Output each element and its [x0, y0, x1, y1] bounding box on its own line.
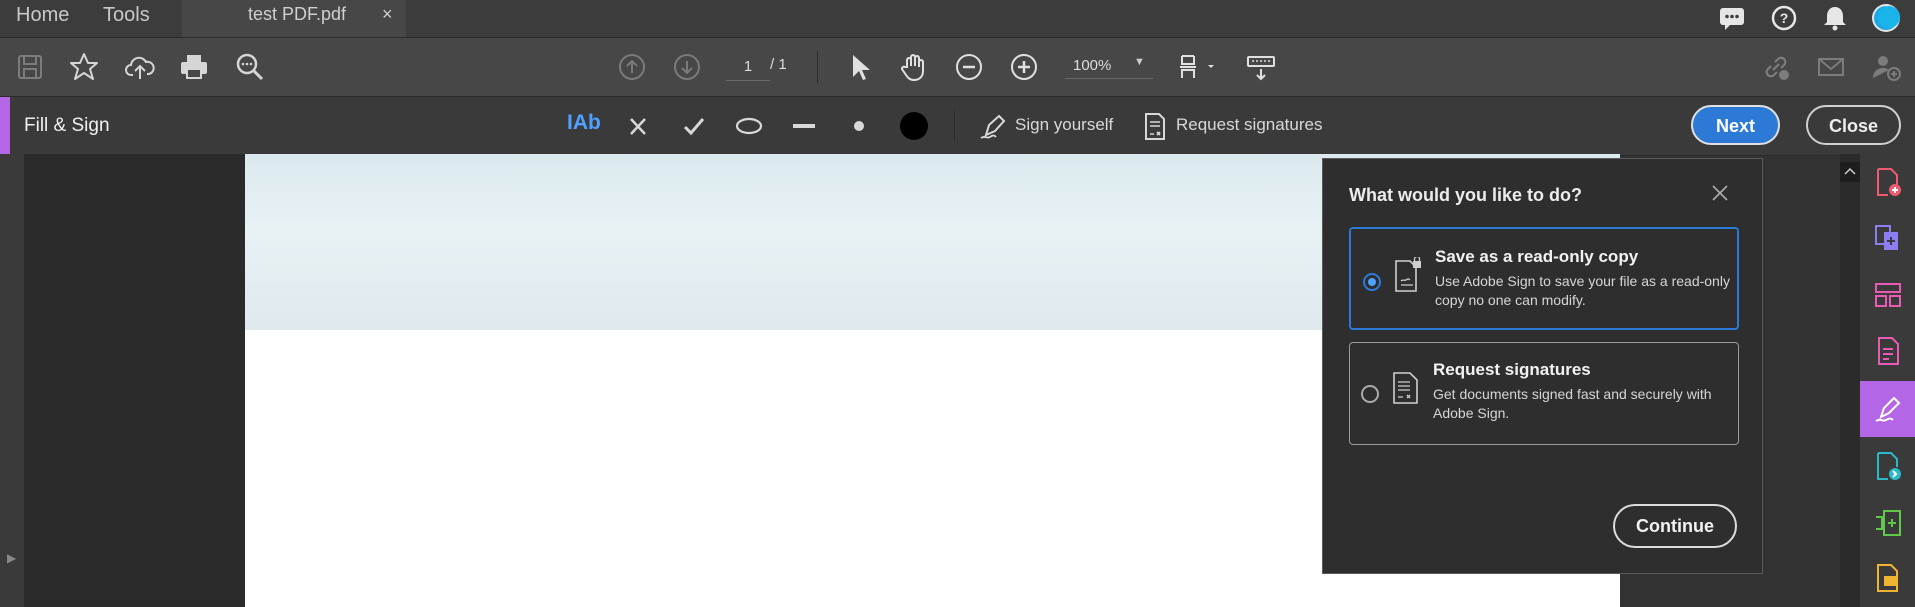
right-scroll-rail [1840, 154, 1860, 607]
avatar[interactable] [1871, 3, 1901, 33]
fill-sign-title: Fill & Sign [24, 115, 110, 136]
zoom-out-icon[interactable] [953, 51, 985, 83]
export-pdf-icon[interactable] [1872, 450, 1904, 482]
option-request-signatures[interactable]: Request signatures Get documents signed … [1349, 342, 1739, 445]
create-pdf-icon[interactable] [1872, 166, 1904, 198]
locked-document-icon [1393, 257, 1423, 293]
zoom-in-icon[interactable] [1008, 51, 1040, 83]
page-down-icon[interactable] [671, 51, 703, 83]
comment-icon[interactable] [1872, 562, 1904, 594]
add-user-icon[interactable] [1870, 51, 1902, 83]
save-options-dialog: What would you like to do? Save as a rea… [1322, 158, 1763, 574]
option-read-only-copy[interactable]: Save as a read-only copy Use Adobe Sign … [1349, 227, 1739, 330]
option-title: Save as a read-only copy [1435, 247, 1639, 266]
tools-tab[interactable]: Tools [103, 0, 150, 37]
option-description: Get documents signed fast and securely w… [1433, 386, 1712, 421]
tab-bar: Home Tools test PDF.pdf × ? [0, 0, 1915, 37]
cross-mark-icon[interactable] [624, 109, 652, 143]
upload-cloud-icon[interactable] [124, 51, 156, 83]
home-tab[interactable]: Home [16, 0, 69, 37]
expand-left-pane-icon[interactable]: ▶ [7, 551, 16, 565]
email-icon[interactable] [1815, 51, 1847, 83]
dialog-title: What would you like to do? [1349, 185, 1582, 205]
fill-sign-icon[interactable] [1872, 393, 1904, 425]
left-pane-rail: ▶ [0, 154, 24, 607]
compress-icon[interactable] [1872, 507, 1904, 539]
page-up-icon[interactable] [616, 51, 648, 83]
help-icon[interactable]: ? [1769, 3, 1799, 33]
main-toolbar: / 1 100% ▼ [0, 37, 1915, 96]
close-icon[interactable] [1710, 183, 1730, 203]
close-tab-icon[interactable]: × [382, 4, 393, 25]
document-tab-title: test PDF.pdf [248, 4, 347, 24]
page-total: / 1 [770, 56, 787, 73]
notifications-icon[interactable] [1820, 3, 1850, 33]
radio-request-signatures[interactable] [1361, 385, 1379, 403]
option-description: Use Adobe Sign to save your file as a re… [1435, 273, 1730, 308]
signature-document-icon [1391, 369, 1421, 405]
zoom-value: 100% [1073, 57, 1112, 74]
next-button[interactable]: Next [1691, 105, 1780, 145]
line-icon[interactable] [791, 109, 817, 143]
fill-sign-accent [0, 97, 10, 155]
toolbar-divider [817, 51, 818, 83]
share-link-icon[interactable] [1760, 51, 1792, 83]
page-number-input[interactable] [726, 52, 770, 81]
svg-text:?: ? [1780, 10, 1789, 26]
sign-pen-icon[interactable] [978, 109, 1010, 143]
page-fit-icon[interactable] [1176, 51, 1220, 83]
document-tab[interactable]: test PDF.pdf × [182, 0, 406, 37]
checkmark-icon[interactable] [680, 109, 708, 143]
save-icon[interactable] [14, 51, 46, 83]
scroll-up-icon[interactable] [1840, 162, 1860, 182]
chevron-down-icon: ▼ [1134, 56, 1145, 68]
request-signatures-button[interactable]: Request signatures [1176, 115, 1322, 135]
dot-icon[interactable] [846, 109, 872, 143]
fill-sign-divider [954, 110, 955, 142]
hand-icon[interactable] [898, 51, 930, 83]
radio-read-only-copy[interactable] [1363, 273, 1381, 291]
organize-pages-icon[interactable] [1872, 279, 1904, 311]
edit-pdf-icon[interactable] [1872, 335, 1904, 367]
continue-button[interactable]: Continue [1613, 504, 1737, 548]
select-arrow-icon[interactable] [843, 51, 875, 83]
zoom-search-icon[interactable] [234, 51, 266, 83]
request-signatures-icon[interactable] [1142, 109, 1168, 143]
star-icon[interactable] [68, 51, 100, 83]
chat-icon[interactable] [1717, 3, 1747, 33]
sign-yourself-button[interactable]: Sign yourself [1015, 115, 1113, 135]
close-button[interactable]: Close [1806, 105, 1901, 145]
fill-sign-toolbar: Fill & Sign IAb Sign yourself Request si… [0, 96, 1915, 156]
option-title: Request signatures [1433, 360, 1591, 379]
combine-files-icon[interactable] [1872, 222, 1904, 254]
zoom-select[interactable]: 100% ▼ [1065, 52, 1153, 79]
ellipse-icon[interactable] [734, 109, 764, 143]
add-text-tool-icon[interactable]: IAb [567, 111, 601, 145]
color-picker-icon[interactable] [898, 109, 930, 143]
keyboard-read-icon[interactable] [1245, 51, 1277, 83]
print-icon[interactable] [178, 51, 210, 83]
